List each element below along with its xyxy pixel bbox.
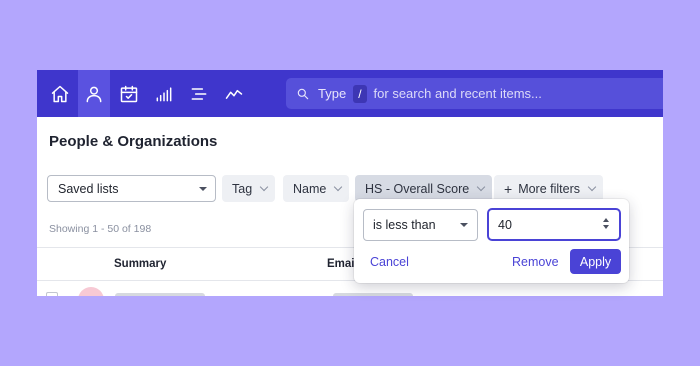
caret-down-icon	[199, 187, 207, 191]
number-stepper-icon[interactable]	[603, 218, 611, 232]
global-search-input[interactable]: Type / for search and recent items...	[286, 78, 663, 109]
home-icon[interactable]	[43, 77, 76, 110]
activity-line-icon[interactable]	[217, 77, 250, 110]
cancel-button[interactable]: Cancel	[370, 255, 409, 269]
score-filter-popover: is less than 40 Cancel Remove Apply	[354, 199, 629, 283]
apply-button[interactable]: Apply	[570, 249, 621, 274]
hs-score-filter-label: HS - Overall Score	[365, 181, 470, 196]
more-filters-label: More filters	[518, 181, 581, 196]
name-filter-button[interactable]: Name	[283, 175, 350, 202]
caret-down-icon	[460, 223, 468, 227]
row-email-placeholder	[333, 293, 413, 296]
score-value: 40	[498, 217, 512, 232]
search-icon	[297, 88, 309, 99]
operator-select[interactable]: is less than	[363, 209, 478, 241]
search-shortcut-key: /	[353, 84, 367, 103]
tag-filter-button[interactable]: Tag	[222, 175, 276, 202]
user-icon[interactable]	[78, 70, 110, 117]
saved-lists-label: Saved lists	[58, 181, 119, 196]
chevron-down-icon	[334, 182, 343, 191]
plus-icon: +	[504, 180, 513, 197]
score-value-input[interactable]: 40	[487, 208, 621, 241]
page-title: People & Organizations	[49, 133, 218, 150]
chevron-down-icon	[476, 182, 486, 191]
search-hint: for search and recent items...	[373, 86, 542, 101]
top-navigation-bar: Type / for search and recent items...	[37, 70, 663, 117]
list-align-icon[interactable]	[182, 77, 215, 110]
avatar	[78, 287, 104, 296]
tag-filter-label: Tag	[232, 181, 253, 196]
search-type-label: Type	[318, 86, 347, 101]
operator-value: is less than	[373, 218, 436, 232]
chevron-down-icon	[587, 182, 597, 191]
row-checkbox[interactable]	[46, 292, 58, 296]
table-row[interactable]	[37, 285, 663, 296]
name-filter-label: Name	[293, 181, 327, 196]
saved-lists-select[interactable]: Saved lists	[47, 175, 216, 202]
hs-score-filter-button[interactable]: HS - Overall Score	[355, 175, 493, 202]
remove-button[interactable]: Remove	[512, 255, 559, 269]
column-header-summary[interactable]: Summary	[114, 258, 166, 270]
row-summary-placeholder	[115, 293, 205, 296]
results-count: Showing 1 - 50 of 198	[49, 223, 152, 235]
calendar-check-icon[interactable]	[112, 77, 145, 110]
bar-signal-icon[interactable]	[147, 77, 180, 110]
chevron-down-icon	[259, 182, 269, 191]
more-filters-button[interactable]: + More filters	[494, 175, 604, 202]
